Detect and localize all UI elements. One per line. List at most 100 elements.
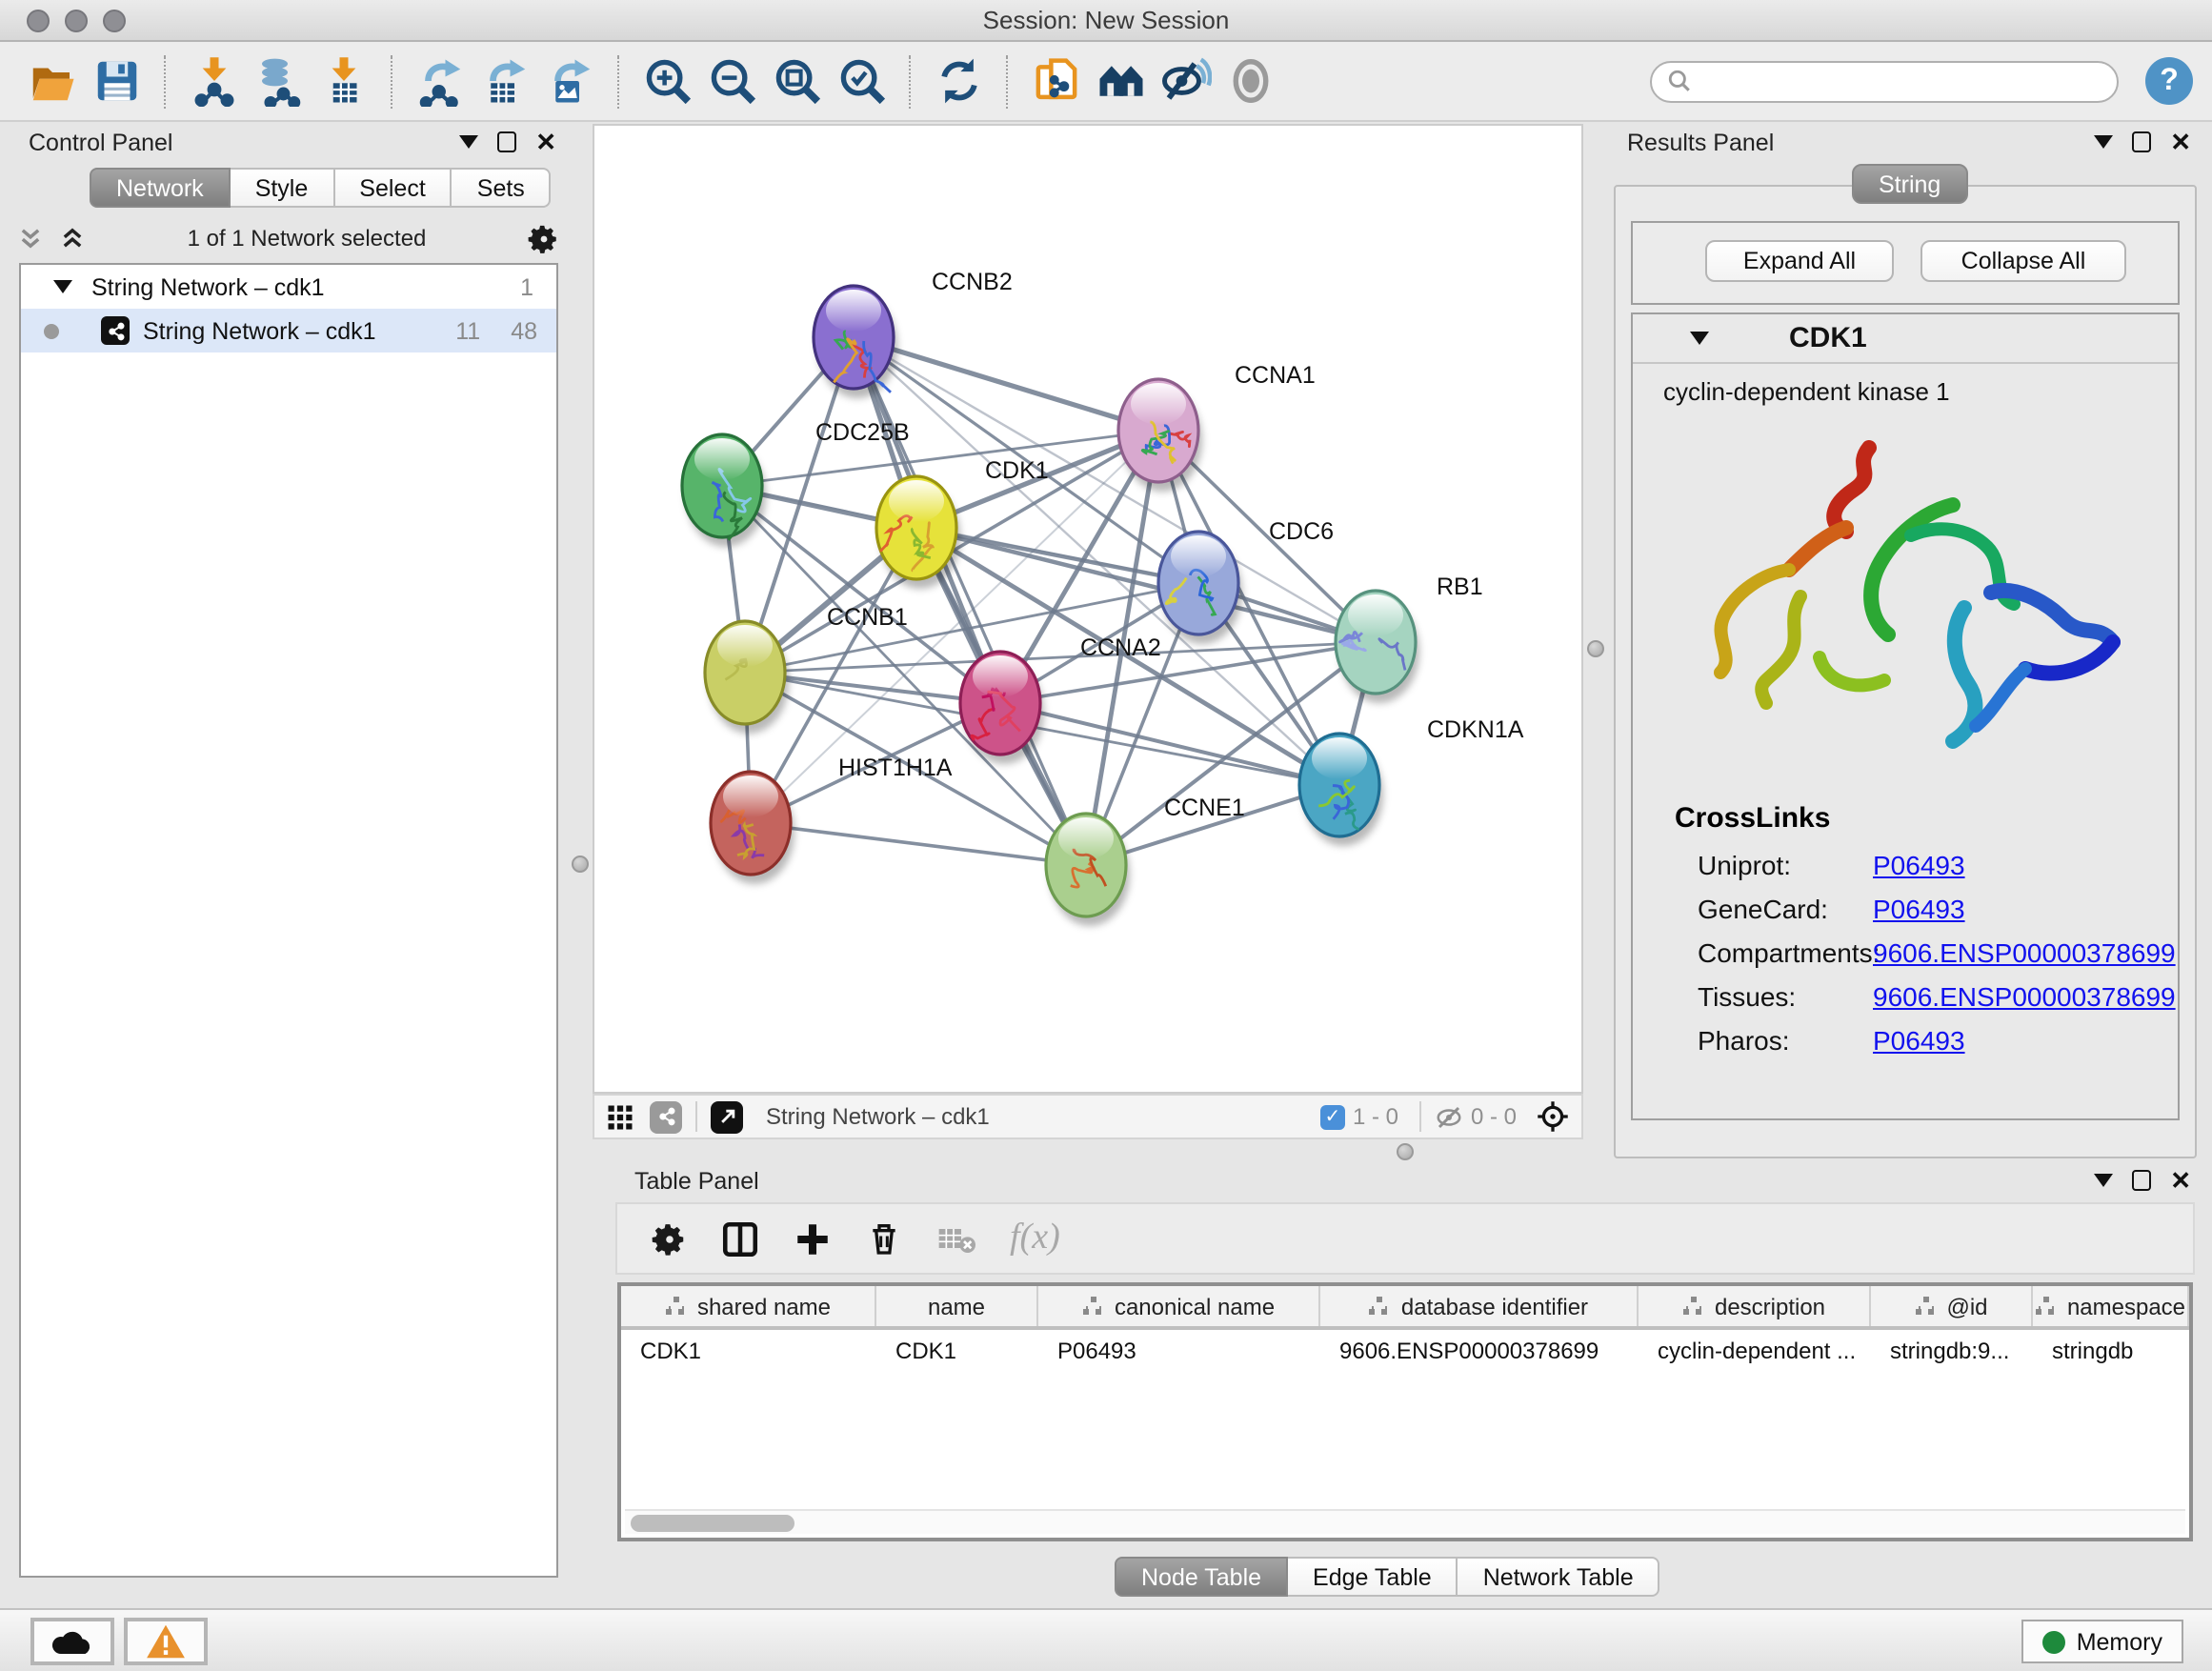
tab-network-table[interactable]: Network Table	[1458, 1557, 1660, 1597]
network-node-ccne1[interactable]: CCNE1	[1046, 795, 1245, 926]
network-edge[interactable]	[722, 486, 1198, 583]
tab-select[interactable]: Select	[334, 168, 452, 208]
fit-content-icon[interactable]	[1536, 1099, 1570, 1134]
export-image-icon[interactable]	[541, 52, 598, 110]
panel-maximize-icon[interactable]	[2132, 131, 2151, 152]
zoom-fit-icon[interactable]	[768, 52, 825, 110]
import-database-icon[interactable]	[250, 52, 307, 110]
column-header-canonicalname[interactable]: canonical name	[1038, 1286, 1320, 1326]
import-network-icon[interactable]	[185, 52, 242, 110]
table-gear-icon[interactable]	[652, 1220, 688, 1257]
network-canvas[interactable]: CCNB2CCNA1CDC25BCDK1CDC6RB1CCNB1CCNA2CDK…	[593, 124, 1583, 1094]
panel-maximize-icon[interactable]	[2132, 1170, 2151, 1191]
table-row[interactable]: CDK1CDK1P064939606.ENSP00000378699cyclin…	[621, 1330, 2189, 1374]
tab-sets[interactable]: Sets	[452, 168, 552, 208]
export-network-icon[interactable]	[412, 52, 469, 110]
column-header-databaseidentifier[interactable]: database identifier	[1320, 1286, 1639, 1326]
expand-all-icon[interactable]	[59, 225, 86, 252]
crosslink-link[interactable]: P06493	[1873, 849, 1965, 879]
table-cell[interactable]: P06493	[1038, 1330, 1320, 1374]
column-header-name[interactable]: name	[876, 1286, 1038, 1326]
help-icon[interactable]: ?	[2145, 57, 2193, 105]
column-header-namespace[interactable]: namespace	[2033, 1286, 2189, 1326]
add-column-icon[interactable]	[793, 1218, 833, 1258]
network-edge[interactable]	[854, 337, 1086, 865]
left-splitter-handle[interactable]	[572, 856, 589, 873]
hscrollbar-thumb[interactable]	[631, 1515, 794, 1532]
selected-checkbox-icon[interactable]: ✓	[1320, 1104, 1345, 1129]
zoom-in-icon[interactable]	[638, 52, 695, 110]
network-edge[interactable]	[854, 337, 1158, 431]
refresh-layout-icon[interactable]	[930, 52, 987, 110]
tab-edge-table[interactable]: Edge Table	[1288, 1557, 1458, 1597]
panel-close-icon[interactable]: ✕	[535, 131, 556, 152]
copy-network-icon[interactable]	[1027, 52, 1084, 110]
table-cell[interactable]: stringdb:9...	[1871, 1330, 2033, 1374]
tab-network[interactable]: Network	[90, 168, 231, 208]
open-file-icon[interactable]	[23, 52, 80, 110]
column-header-sharedname[interactable]: shared name	[621, 1286, 876, 1326]
column-header-id[interactable]: @id	[1871, 1286, 2033, 1326]
network-row[interactable]: String Network – cdk1 11 48	[21, 309, 556, 352]
panel-float-icon[interactable]	[2094, 1174, 2113, 1187]
cloud-button[interactable]	[30, 1618, 114, 1665]
network-node-cdkn1a[interactable]: CDKN1A	[1299, 716, 1524, 846]
import-table-icon[interactable]	[314, 52, 372, 110]
tree-expand-caret[interactable]	[53, 280, 72, 293]
crosslink-label: Pharos:	[1698, 1024, 1873, 1055]
show-all-icon[interactable]	[1221, 52, 1278, 110]
collapse-all-icon[interactable]	[17, 225, 44, 252]
network-edge[interactable]	[751, 431, 1158, 823]
export-table-icon[interactable]	[476, 52, 533, 110]
zoom-selected-icon[interactable]	[833, 52, 890, 110]
homes-icon[interactable]	[1092, 52, 1149, 110]
table-cell[interactable]: cyclin-dependent ...	[1639, 1330, 1871, 1374]
crosslink-link[interactable]: 9606.ENSP00000378699	[1873, 980, 2176, 1011]
gear-icon[interactable]	[528, 222, 560, 254]
hide-selected-icon[interactable]	[1156, 52, 1214, 110]
crosslink-link[interactable]: 9606.ENSP00000378699	[1873, 936, 2176, 967]
table-hscrollbar[interactable]	[625, 1509, 2185, 1534]
table-cell[interactable]: 9606.ENSP00000378699	[1320, 1330, 1639, 1374]
save-session-icon[interactable]	[88, 52, 145, 110]
panel-maximize-icon[interactable]	[497, 131, 516, 152]
network-collection-row[interactable]: String Network – cdk1 1	[21, 265, 556, 309]
column-header-description[interactable]: description	[1639, 1286, 1871, 1326]
grid-view-icon[interactable]	[606, 1102, 634, 1131]
delete-column-icon[interactable]	[865, 1219, 903, 1258]
results-tab-string[interactable]: String	[1852, 164, 1967, 204]
hidden-eye-icon[interactable]	[1435, 1102, 1463, 1131]
panel-float-icon[interactable]	[2094, 135, 2113, 149]
expand-all-button[interactable]: Expand All	[1705, 240, 1894, 282]
memory-button[interactable]: Memory	[2021, 1620, 2183, 1663]
table-cell[interactable]: stringdb	[2033, 1330, 2189, 1374]
crosslink-link[interactable]: P06493	[1873, 1024, 1965, 1055]
search-input[interactable]	[1692, 66, 2101, 96]
panel-close-icon[interactable]: ✕	[2170, 131, 2191, 152]
zoom-out-icon[interactable]	[703, 52, 760, 110]
bottom-splitter-handle[interactable]	[1397, 1143, 1414, 1160]
detach-view-icon[interactable]	[711, 1100, 743, 1133]
right-splitter-handle[interactable]	[1587, 640, 1604, 657]
collapse-all-button[interactable]: Collapse All	[1920, 240, 2126, 282]
network-graph[interactable]: CCNB2CCNA1CDC25BCDK1CDC6RB1CCNB1CCNA2CDK…	[594, 126, 1581, 1092]
string-tab-label[interactable]: String	[1852, 164, 1967, 204]
search-field[interactable]	[1650, 60, 2119, 102]
network-node-hist1h1a[interactable]: HIST1H1A	[711, 755, 953, 884]
show-columns-icon[interactable]	[720, 1218, 760, 1258]
panel-float-icon[interactable]	[459, 135, 478, 149]
warning-button[interactable]	[124, 1618, 208, 1665]
network-edge[interactable]	[751, 823, 1086, 865]
tab-style[interactable]: Style	[231, 168, 335, 208]
network-node-ccna1[interactable]: CCNA1	[1118, 362, 1316, 492]
table-cell[interactable]: CDK1	[621, 1330, 876, 1374]
table-cell[interactable]: CDK1	[876, 1330, 1038, 1374]
protein-card-header[interactable]: CDK1	[1633, 314, 2178, 364]
protein-result-card: CDK1 cyclin-dependent kinase 1	[1631, 312, 2180, 1120]
collapse-caret-icon[interactable]	[1690, 332, 1709, 345]
panel-close-icon[interactable]: ✕	[2170, 1170, 2191, 1191]
tab-node-table[interactable]: Node Table	[1115, 1557, 1288, 1597]
crosslink-link[interactable]: P06493	[1873, 893, 1965, 923]
birds-eye-icon[interactable]	[650, 1100, 682, 1133]
network-node-rb1[interactable]: RB1	[1336, 574, 1483, 703]
